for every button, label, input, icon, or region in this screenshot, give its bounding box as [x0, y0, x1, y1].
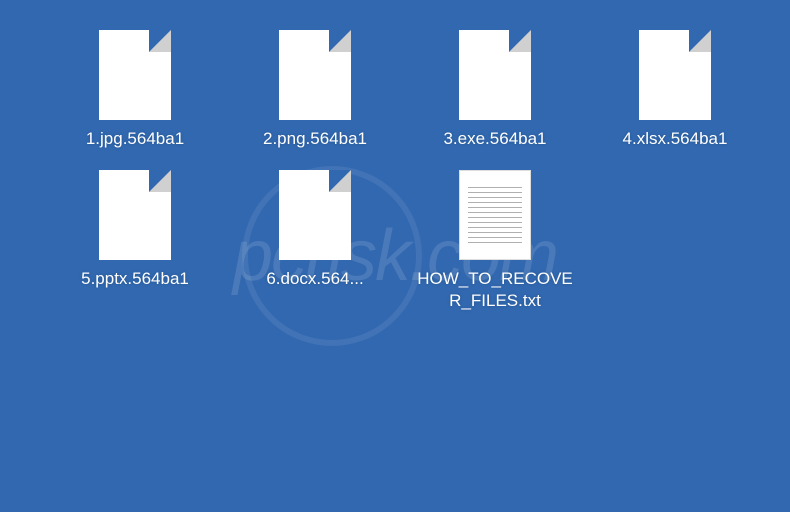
- desktop-area: 1.jpg.564ba1 2.png.564ba1 3.exe.564ba1 4…: [0, 0, 790, 342]
- file-item[interactable]: 3.exe.564ba1: [410, 30, 580, 150]
- file-item[interactable]: 5.pptx.564ba1: [50, 170, 220, 290]
- blank-file-icon: [639, 30, 711, 120]
- file-label: 5.pptx.564ba1: [81, 268, 189, 290]
- file-item[interactable]: 6.docx.564...: [230, 170, 400, 290]
- blank-file-icon: [279, 170, 351, 260]
- file-item[interactable]: 1.jpg.564ba1: [50, 30, 220, 150]
- file-label: 1.jpg.564ba1: [86, 128, 184, 150]
- file-label: 6.docx.564...: [266, 268, 363, 290]
- file-label: 3.exe.564ba1: [443, 128, 546, 150]
- text-file-icon: [459, 170, 531, 260]
- file-item[interactable]: 2.png.564ba1: [230, 30, 400, 150]
- blank-file-icon: [99, 30, 171, 120]
- blank-file-icon: [99, 170, 171, 260]
- file-label: 2.png.564ba1: [263, 128, 367, 150]
- blank-file-icon: [459, 30, 531, 120]
- file-label: 4.xlsx.564ba1: [623, 128, 728, 150]
- blank-file-icon: [279, 30, 351, 120]
- file-label: HOW_TO_RECOVER_FILES.txt: [413, 268, 578, 312]
- file-item[interactable]: 4.xlsx.564ba1: [590, 30, 760, 150]
- file-item[interactable]: HOW_TO_RECOVER_FILES.txt: [410, 170, 580, 312]
